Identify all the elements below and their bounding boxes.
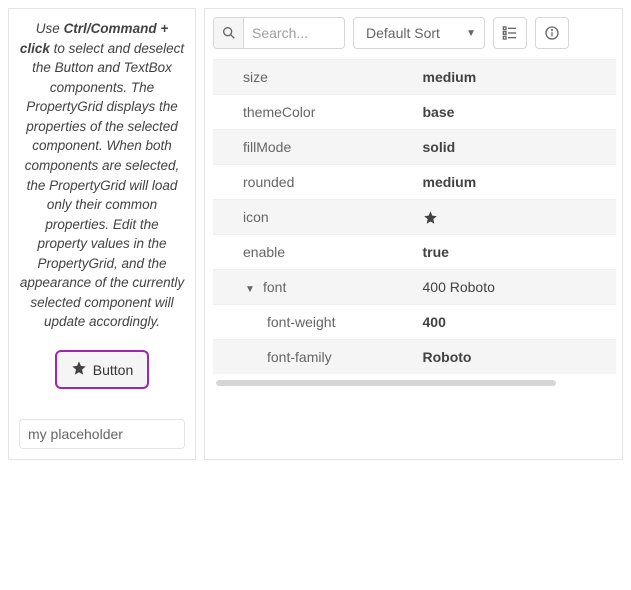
scrollbar-thumb[interactable] xyxy=(216,380,556,386)
toolbar: Default Sort ▼ xyxy=(213,17,616,49)
star-icon xyxy=(71,360,87,379)
property-row[interactable]: font-weight400 xyxy=(213,305,616,340)
property-row[interactable]: ▼font400 Roboto xyxy=(213,270,616,305)
property-name-cell: font-family xyxy=(213,340,415,375)
property-value-cell[interactable] xyxy=(415,200,617,235)
property-name-cell: rounded xyxy=(213,165,415,200)
property-name-cell: font-weight xyxy=(213,305,415,340)
property-row[interactable]: sizemedium xyxy=(213,60,616,95)
property-grid-panel: Default Sort ▼ sizemediumthemeColorbasef… xyxy=(204,8,623,460)
property-name-cell: fillMode xyxy=(213,130,415,165)
instructions-text: Use Ctrl/Command + click to select and d… xyxy=(19,19,185,332)
property-row[interactable]: enabletrue xyxy=(213,235,616,270)
property-row[interactable]: themeColorbase xyxy=(213,95,616,130)
property-grid: sizemediumthemeColorbasefillModesolidrou… xyxy=(213,59,616,451)
horizontal-scrollbar[interactable] xyxy=(213,378,616,388)
property-name-cell: ▼font xyxy=(213,270,415,305)
property-value-cell[interactable]: 400 xyxy=(415,305,617,340)
property-row[interactable]: font-familyRoboto xyxy=(213,340,616,375)
left-panel: Use Ctrl/Command + click to select and d… xyxy=(8,8,196,460)
property-row[interactable]: roundedmedium xyxy=(213,165,616,200)
property-name-cell: size xyxy=(213,60,415,95)
property-name-cell: icon xyxy=(213,200,415,235)
sort-dropdown-label: Default Sort xyxy=(366,25,440,41)
expand-toggle-icon[interactable]: ▼ xyxy=(245,284,259,295)
search-input[interactable] xyxy=(244,19,344,47)
search-icon xyxy=(214,18,244,48)
property-value-cell[interactable]: Roboto xyxy=(415,340,617,375)
property-name-cell: enable xyxy=(213,235,415,270)
property-value-cell[interactable]: solid xyxy=(415,130,617,165)
property-name-cell: themeColor xyxy=(213,95,415,130)
chevron-down-icon: ▼ xyxy=(466,28,476,39)
property-value-cell[interactable]: medium xyxy=(415,60,617,95)
placeholder-textbox[interactable] xyxy=(19,419,185,449)
star-icon xyxy=(423,210,609,225)
search-field xyxy=(213,17,345,49)
group-toggle-button[interactable] xyxy=(493,17,527,49)
property-value-cell[interactable]: base xyxy=(415,95,617,130)
sort-dropdown[interactable]: Default Sort ▼ xyxy=(353,17,485,49)
property-row[interactable]: fillModesolid xyxy=(213,130,616,165)
property-row[interactable]: icon xyxy=(213,200,616,235)
property-value-cell[interactable]: 400 Roboto xyxy=(415,270,617,305)
demo-button[interactable]: Button xyxy=(55,350,149,389)
property-value-cell[interactable]: medium xyxy=(415,165,617,200)
demo-button-label: Button xyxy=(93,362,133,378)
property-value-cell[interactable]: true xyxy=(415,235,617,270)
info-button[interactable] xyxy=(535,17,569,49)
